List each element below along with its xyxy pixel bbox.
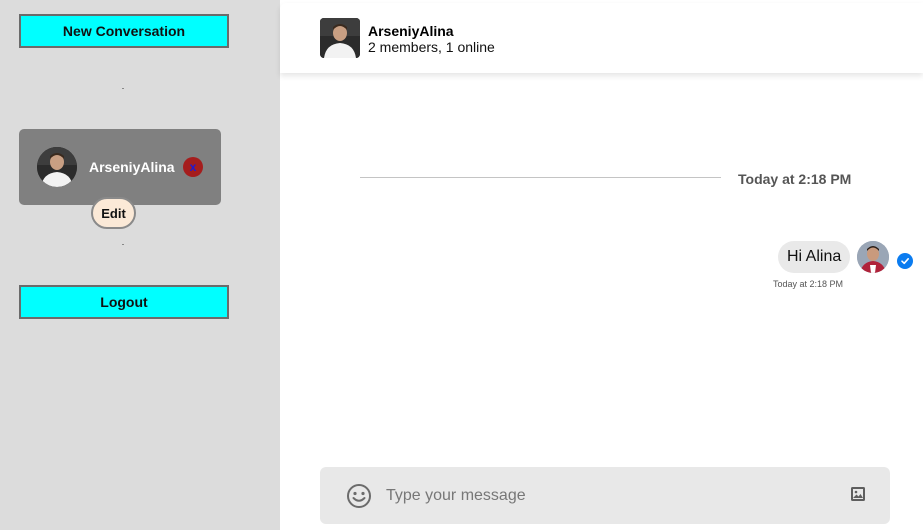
- chat-header: ArseniyAlina 2 members, 1 online: [280, 3, 923, 73]
- image-icon[interactable]: [850, 486, 866, 502]
- edit-conversation-button[interactable]: Edit: [91, 197, 136, 229]
- message-timestamp: Today at 2:18 PM: [773, 279, 844, 289]
- check-circle-icon: [897, 253, 913, 269]
- group-avatar: [320, 18, 360, 58]
- logout-button[interactable]: Logout: [19, 285, 229, 319]
- sender-avatar: [857, 241, 889, 273]
- message-bubble: Hi Alina: [778, 241, 851, 273]
- chat-title: ArseniyAlina: [368, 23, 454, 39]
- conversation-name: ArseniyAlina: [89, 159, 175, 175]
- divider-dot: [122, 88, 124, 89]
- divider-dot: [122, 244, 124, 245]
- new-conversation-button[interactable]: New Conversation: [19, 14, 229, 48]
- smiley-icon[interactable]: [346, 483, 372, 509]
- message-input[interactable]: [386, 481, 826, 511]
- conversation-avatar: [37, 147, 77, 187]
- chat-panel: ArseniyAlina 2 members, 1 online Today a…: [280, 0, 923, 530]
- conversation-item[interactable]: ArseniyAlina x: [19, 129, 221, 205]
- chat-member-status: 2 members, 1 online: [368, 39, 495, 55]
- message-composer: [320, 467, 890, 524]
- date-divider-label: Today at 2:18 PM: [738, 171, 852, 187]
- date-divider-line: [360, 177, 721, 178]
- sidebar: New Conversation ArseniyAlina x Edit Log…: [0, 0, 280, 530]
- delete-conversation-button[interactable]: x: [183, 157, 203, 177]
